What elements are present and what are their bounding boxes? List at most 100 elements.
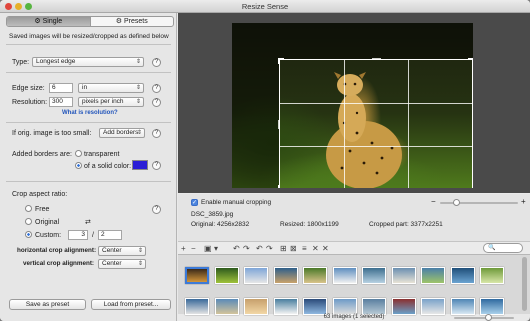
- image-thumbnail[interactable]: [303, 298, 327, 315]
- rotate-left-icon[interactable]: ↶: [233, 244, 240, 253]
- help-icon[interactable]: ?: [152, 205, 161, 214]
- help-icon[interactable]: ?: [152, 98, 161, 107]
- image-thumbnail[interactable]: [185, 267, 209, 284]
- close-icon[interactable]: ✕: [312, 244, 319, 253]
- crop-rectangle[interactable]: [278, 58, 473, 188]
- image-thumbnail[interactable]: [362, 267, 386, 284]
- zoom-in-icon[interactable]: +: [521, 197, 526, 206]
- image-thumbnail[interactable]: [450, 267, 475, 284]
- edge-size-input[interactable]: 6: [49, 83, 73, 93]
- resized-size: Resized: 1800x1199: [280, 221, 339, 228]
- crop-handle-top-right[interactable]: [468, 58, 473, 64]
- crop-mask: [232, 23, 279, 188]
- crop-ratio-label: Crop aspect ratio:: [12, 191, 68, 198]
- zoom-out-icon[interactable]: −: [431, 197, 436, 206]
- manual-crop-checkbox[interactable]: ✓: [191, 199, 198, 206]
- crop-icon[interactable]: ⊞: [280, 244, 287, 253]
- transparent-label: transparent: [84, 151, 120, 158]
- swap-icon[interactable]: ⇄: [85, 218, 91, 226]
- solid-color-radio[interactable]: [75, 162, 82, 169]
- type-select[interactable]: Longest edge: [32, 57, 144, 67]
- search-input[interactable]: 🔍: [483, 243, 523, 253]
- v-align-select[interactable]: Center: [98, 259, 146, 269]
- border-color-swatch[interactable]: [132, 160, 148, 170]
- crop-height-input[interactable]: 2: [98, 230, 122, 240]
- crop-custom-radio[interactable]: [25, 231, 32, 238]
- image-thumbnail[interactable]: [332, 267, 357, 284]
- thumb-size-slider-knob[interactable]: [484, 314, 492, 321]
- crop-original-radio[interactable]: [25, 218, 32, 225]
- help-icon[interactable]: ?: [152, 161, 161, 170]
- crop-original-label: Original: [35, 219, 60, 226]
- preview-area: ✓ Enable manual cropping − + DSC_3859.jp…: [178, 13, 530, 321]
- crop-grid-line: [408, 60, 409, 188]
- resolution-unit-select[interactable]: pixels per inch: [78, 97, 144, 107]
- zoom-slider[interactable]: [440, 202, 518, 204]
- divider: [6, 181, 171, 182]
- image-thumbnail[interactable]: [214, 298, 239, 315]
- remove-icon[interactable]: −: [191, 244, 196, 253]
- resolution-label: Resolution:: [12, 99, 48, 106]
- image-thumbnail[interactable]: [421, 298, 445, 315]
- save-preset-button[interactable]: Save as preset: [9, 299, 86, 310]
- image-thumbnail[interactable]: [244, 298, 268, 315]
- h-align-select[interactable]: Center: [98, 246, 146, 256]
- image-thumbnail[interactable]: [332, 298, 357, 315]
- edge-unit-select[interactable]: in: [78, 83, 144, 93]
- zoom-slider-knob[interactable]: [453, 199, 461, 206]
- close-window-button[interactable]: [5, 3, 12, 10]
- flip-right-icon[interactable]: ↷: [266, 244, 273, 253]
- gear-icon: ⚙: [34, 18, 43, 25]
- image-thumbnail[interactable]: [244, 267, 268, 284]
- crop-free-radio[interactable]: [25, 205, 32, 212]
- resolution-input[interactable]: 300: [49, 97, 73, 107]
- original-size: Original: 4256x2832: [191, 221, 250, 228]
- image-thumbnail[interactable]: [362, 298, 386, 315]
- crop-width-input[interactable]: 3: [68, 230, 88, 240]
- crop-handle-top-left[interactable]: [278, 58, 284, 64]
- tab-single[interactable]: ⚙ Single: [7, 17, 90, 26]
- app-window: Resize Sense ⚙ Single ⚙ Presets Saved im…: [0, 0, 530, 321]
- browser-toolbar: + − ▣ ▾ ↶ ↷ ↶ ↷ ⊞ ⊠ ≡ ✕ ✕ 🔍: [178, 241, 530, 254]
- image-thumbnail[interactable]: [480, 298, 504, 315]
- tab-presets[interactable]: ⚙ Presets: [89, 17, 174, 26]
- manual-crop-label: Enable manual cropping: [201, 199, 272, 206]
- divider: [6, 72, 171, 73]
- image-thumbnail[interactable]: [391, 298, 416, 315]
- transparent-radio[interactable]: [75, 150, 82, 157]
- image-thumbnail[interactable]: [214, 267, 239, 284]
- title-bar: Resize Sense: [0, 0, 530, 13]
- resolution-help-link[interactable]: What is resolution?: [62, 110, 118, 116]
- list-icon[interactable]: ≡: [302, 244, 307, 253]
- close-all-icon[interactable]: ✕: [322, 244, 329, 253]
- image-thumbnail[interactable]: [480, 267, 504, 284]
- frame-icon[interactable]: ▣: [204, 244, 212, 253]
- image-thumbnail[interactable]: [273, 267, 298, 284]
- crop-handle-bottom-right[interactable]: [468, 185, 473, 188]
- image-thumbnail[interactable]: [450, 298, 475, 315]
- solid-color-label: of a solid color:: [84, 163, 132, 170]
- too-small-select[interactable]: Add borders: [99, 128, 145, 138]
- flip-left-icon[interactable]: ↶: [256, 244, 263, 253]
- zoom-window-button[interactable]: [25, 3, 32, 10]
- minimize-window-button[interactable]: [15, 3, 22, 10]
- crop-handle-left[interactable]: [278, 120, 280, 129]
- image-count: 63 images (1 selected): [323, 314, 385, 320]
- dropdown-icon[interactable]: ▾: [214, 244, 218, 253]
- rotate-right-icon[interactable]: ↷: [243, 244, 250, 253]
- image-info-panel: ✓ Enable manual cropping − + DSC_3859.jp…: [178, 194, 530, 241]
- load-preset-button[interactable]: Load from preset...: [91, 299, 171, 310]
- image-thumbnail[interactable]: [391, 267, 416, 284]
- thumbnail-scrollbar[interactable]: [522, 257, 527, 311]
- help-icon[interactable]: ?: [152, 58, 161, 67]
- help-icon[interactable]: ?: [152, 84, 161, 93]
- crop-handle-bottom-left[interactable]: [278, 185, 284, 188]
- image-thumbnail[interactable]: [421, 267, 445, 284]
- crop-handle-top[interactable]: [372, 58, 381, 60]
- help-icon[interactable]: ?: [152, 129, 161, 138]
- add-icon[interactable]: +: [181, 244, 186, 253]
- image-thumbnail[interactable]: [185, 298, 209, 315]
- image-thumbnail[interactable]: [273, 298, 298, 315]
- crop-reset-icon[interactable]: ⊠: [290, 244, 297, 253]
- image-thumbnail[interactable]: [303, 267, 327, 284]
